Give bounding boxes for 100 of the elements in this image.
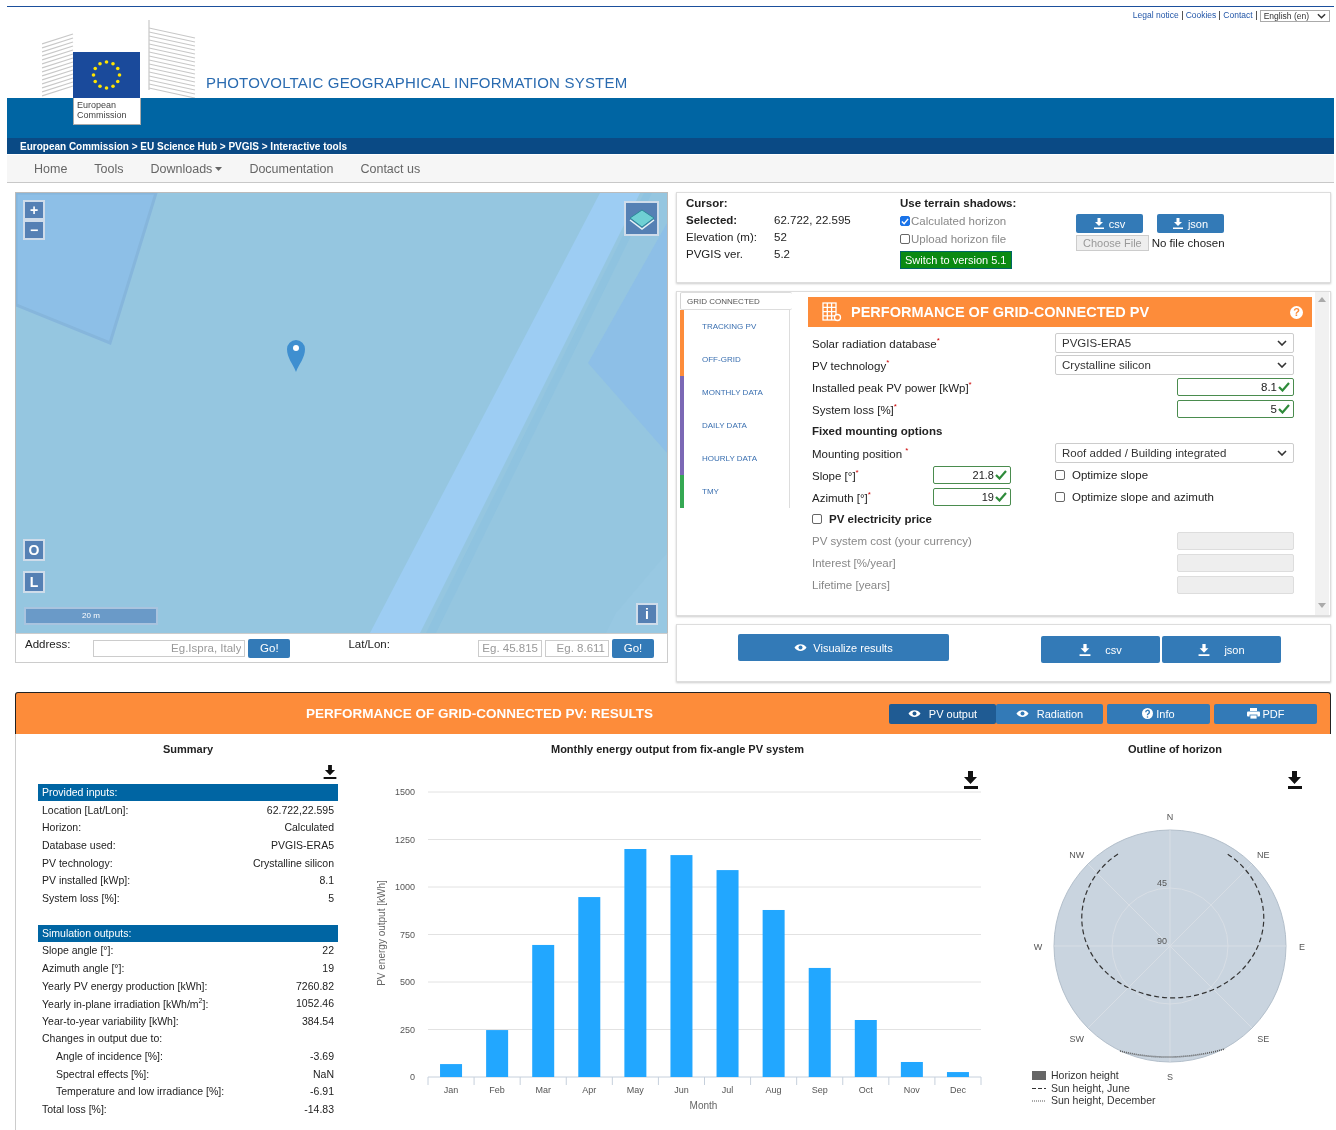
summary-label: Temperature and low irradiance [%]: xyxy=(55,1085,225,1098)
summary-value: 384.54 xyxy=(301,1014,334,1027)
summary-label: Yearly in-plane irradiation [kWh/m$^{2}$]: xyxy=(42,996,209,1010)
longitude-field[interactable]: Eg. 8.611 xyxy=(544,639,609,657)
checkbox[interactable] xyxy=(1055,470,1065,480)
go-button[interactable]: Go! xyxy=(611,638,654,658)
option-label: PV electricity price xyxy=(829,513,932,525)
section-header: Provided inputs: xyxy=(38,784,338,801)
tool-tab[interactable]: TMY xyxy=(680,475,790,508)
number-field[interactable]: 19 xyxy=(933,488,1011,506)
summary-label: Spectral effects [%]: xyxy=(55,1067,150,1080)
download-button[interactable]: json xyxy=(1157,214,1224,233)
number-field[interactable]: 21.8 xyxy=(933,466,1011,484)
summary-value: 8.1 xyxy=(319,874,334,887)
ring-label: 45 xyxy=(1157,878,1167,888)
checkbox[interactable] xyxy=(1055,492,1065,502)
latitude-field[interactable]: Eg. 45.815 xyxy=(477,639,542,657)
input-field[interactable] xyxy=(1177,532,1294,550)
footer-link[interactable]: Contact xyxy=(1220,11,1257,20)
summary-title: Summary xyxy=(161,743,215,757)
direction-label: S xyxy=(1167,1072,1173,1082)
axis-tick-label: Apr xyxy=(582,1085,597,1095)
legend-label: Sun height, December xyxy=(1051,1094,1156,1106)
axis-title: Month xyxy=(689,1100,718,1111)
check-icon xyxy=(995,492,1007,502)
info-button[interactable]: i xyxy=(636,603,658,625)
option-label: Calculated horizon xyxy=(911,215,1007,227)
eye-icon xyxy=(1015,709,1029,718)
layers-button[interactable] xyxy=(624,201,659,236)
axis-tick-label: Jun xyxy=(674,1085,689,1095)
summary-value: -6.91 xyxy=(310,1085,334,1098)
view-tab[interactable]: Radiation xyxy=(996,703,1103,724)
checkbox[interactable] xyxy=(900,234,910,244)
tool-tab[interactable]: OFF-GRID xyxy=(680,343,790,376)
address-field[interactable]: Eg.Ispra, Italy xyxy=(93,639,246,657)
logo-caption: European Commission xyxy=(73,98,141,125)
download-icon xyxy=(1093,218,1104,229)
footer-link[interactable]: Cookies xyxy=(1182,11,1221,20)
download-icon[interactable] xyxy=(1288,771,1302,789)
info-value: 5.2 xyxy=(774,248,790,260)
download-icon xyxy=(1198,643,1211,656)
dropdown[interactable]: PVGIS-ERA5 xyxy=(1055,333,1294,353)
axis-tick-label: 1500 xyxy=(394,787,415,797)
footer-link[interactable]: Legal notice xyxy=(1129,11,1183,20)
tool-tab[interactable]: DAILY DATA xyxy=(680,409,790,442)
field-label: Installed peak PV power [kWp]$^{*}$ xyxy=(812,380,973,394)
field-label: Interest [%/year] xyxy=(812,557,897,569)
language-select[interactable]: English (en) xyxy=(1259,9,1330,22)
tool-tab[interactable]: GRID CONNECTED xyxy=(680,292,792,310)
nav-item[interactable]: Downloads xyxy=(150,161,223,176)
field-label: Mounting position $^{*}$ xyxy=(812,446,910,460)
visualize-button[interactable]: Visualize results xyxy=(738,634,949,661)
download-button[interactable]: json xyxy=(1162,636,1281,663)
solar-panel-icon xyxy=(822,302,842,322)
dropdown[interactable]: Roof added / Building integrated xyxy=(1055,443,1294,463)
direction-label: SW xyxy=(1069,1033,1084,1044)
input-field[interactable] xyxy=(1177,554,1294,572)
axis-tick-label: Oct xyxy=(858,1085,873,1095)
number-field[interactable]: 8.1 xyxy=(1177,378,1294,396)
summary-label: Total loss [%]: xyxy=(42,1102,107,1115)
info-label: Elevation (m): xyxy=(686,231,758,243)
number-field[interactable]: 5 xyxy=(1177,400,1294,418)
tool-tab[interactable]: TRACKING PV xyxy=(680,310,790,343)
download-icon[interactable] xyxy=(323,765,337,779)
go-button[interactable]: Go! xyxy=(248,638,291,658)
dropdown[interactable]: Crystalline silicon xyxy=(1055,355,1294,375)
field-label: Lifetime [years] xyxy=(812,579,891,591)
nav-item[interactable]: Tools xyxy=(94,161,124,176)
nav-item[interactable]: Documentation xyxy=(249,161,334,176)
download-button[interactable]: csv xyxy=(1076,214,1143,233)
info-value: 52 xyxy=(774,231,787,243)
view-tab[interactable]: PV output xyxy=(889,703,996,724)
axis-tick-label: May xyxy=(626,1085,644,1095)
scrollbar[interactable] xyxy=(1315,292,1329,615)
pdf-button[interactable]: PDF xyxy=(1214,703,1317,724)
zoom-out-button[interactable]: − xyxy=(23,220,45,240)
map-tool-button[interactable]: O xyxy=(23,539,45,561)
checkbox[interactable] xyxy=(900,216,910,226)
download-button[interactable]: csv xyxy=(1041,636,1160,663)
direction-label: E xyxy=(1299,942,1305,952)
switch-version-button[interactable]: Switch to version 5.1 xyxy=(900,251,1012,269)
info-button[interactable]: Info xyxy=(1107,703,1210,724)
zoom-in-button[interactable]: + xyxy=(23,200,45,220)
download-icon[interactable] xyxy=(964,771,978,789)
input-field[interactable] xyxy=(1177,576,1294,594)
axis-tick-label: Feb xyxy=(489,1085,505,1095)
bar xyxy=(946,1072,969,1077)
map-tool-button[interactable]: L xyxy=(23,571,45,593)
check-icon xyxy=(1278,382,1290,392)
nav-item[interactable]: Home xyxy=(34,161,68,176)
nav-item[interactable]: Contact us xyxy=(360,161,421,176)
tool-tab[interactable]: MONTHLY DATA xyxy=(680,376,790,409)
direction-label: N xyxy=(1166,812,1174,822)
download-icon xyxy=(1172,218,1183,229)
checkbox[interactable] xyxy=(812,514,822,524)
breadcrumb[interactable]: European Commission > EU Science Hub > PVGIS > Interactive tools xyxy=(20,140,348,152)
tool-tab[interactable]: HOURLY DATA xyxy=(680,442,790,475)
bar xyxy=(900,1062,923,1077)
summary-label: System loss [%]: xyxy=(42,891,120,904)
summary-value: 19 xyxy=(322,961,334,974)
